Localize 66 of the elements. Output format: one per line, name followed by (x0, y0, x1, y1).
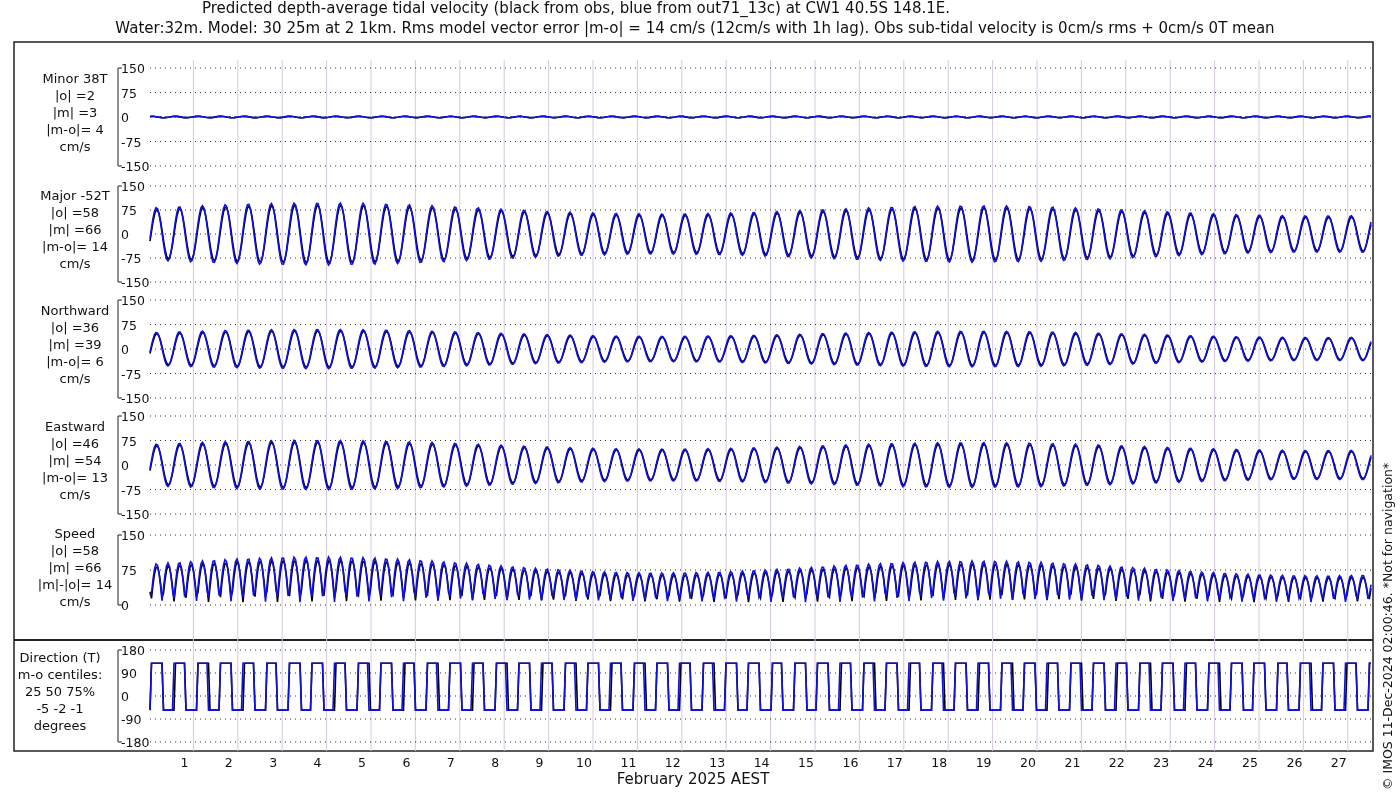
tick-label: 14 (753, 755, 770, 770)
tick-label: 11 (620, 755, 637, 770)
tick-label: -150 (121, 275, 150, 290)
tick-label: -75 (121, 366, 142, 382)
panel-label: Northward |o| =36 |m| =39 |m-o|= 6 cm/s (40, 303, 110, 386)
tick-label: 22 (1108, 755, 1125, 770)
panel-label: Eastward |o| =46 |m| =54 |m-o|= 13 cm/s (42, 419, 108, 502)
tick-label: 2 (224, 755, 233, 770)
tick-label: 13 (709, 755, 726, 770)
tick-label: 75 (121, 317, 137, 333)
tick-label: 180 (121, 643, 145, 658)
axis-line (117, 534, 123, 606)
tick-label: 18 (931, 755, 948, 770)
tick-label: 150 (121, 61, 145, 76)
tick-label: 0 (121, 598, 129, 613)
chart-title: Water:32m. Model: 30 25m at 2 1km. Rms model vector error |m-o| = 14 cm/s (12cm/s with 1h lag). Obs sub-tidal velocity is 0cm/s rms + 0cm/s 0T mean (115, 19, 1275, 37)
tick-label: 75 (121, 85, 137, 101)
tick-label: 24 (1197, 755, 1214, 770)
tick-label: 0 (121, 689, 129, 704)
tick-label: 0 (121, 342, 129, 357)
panel-label: Minor 38T |o| =2 |m| =3 |m-o|= 4 cm/s (42, 71, 108, 154)
tick-label: 26 (1286, 755, 1303, 770)
tick-label: 75 (121, 563, 137, 578)
tick-label: -90 (121, 712, 142, 727)
tick-label: 25 (1242, 755, 1258, 770)
tick-label: 4 (313, 755, 322, 770)
tick-label: -150 (121, 159, 150, 174)
tick-label: 90 (121, 666, 137, 681)
tick-label: -75 (121, 482, 142, 498)
tick-label: 17 (886, 755, 903, 770)
tick-label: 6 (402, 755, 411, 770)
panel-label: Direction (T) m-o centiles: 25 50 75% -5 -2 -1 degrees (17, 650, 103, 733)
tick-label: 150 (121, 293, 145, 308)
tick-label: 1 (180, 755, 189, 770)
tick-label: 23 (1153, 755, 1170, 770)
tick-label: -150 (121, 391, 150, 406)
tick-label: 75 (121, 433, 137, 449)
panel-label: Major -52T |o| =58 |m| =66 |m-o|= 14 cm/s (40, 188, 110, 271)
tick-label: 3 (269, 755, 278, 770)
tick-label: 0 (121, 227, 129, 242)
tick-label: -75 (121, 251, 142, 266)
tick-label: 75 (121, 203, 137, 218)
tick-label: 9 (535, 755, 544, 770)
axis-label: February 2025 AEST (616, 770, 770, 788)
tick-label: 5 (358, 755, 366, 770)
tick-label: 0 (121, 458, 129, 473)
tick-label: 21 (1064, 755, 1081, 770)
copyright-note: © IMOS 11-Dec-2024 02:00:46. *Not for navigation* (1380, 462, 1395, 790)
tick-label: 150 (121, 179, 145, 194)
tick-label: 7 (446, 755, 455, 770)
tick-label: 15 (798, 755, 814, 770)
tick-label: 27 (1330, 755, 1347, 770)
panel-label: Speed |o| =58 |m| =66 |m|-|o|= 14 cm/s (37, 526, 113, 609)
tick-label: 10 (576, 755, 592, 770)
tick-label: -75 (121, 134, 142, 150)
tick-label: 20 (1020, 755, 1036, 770)
tick-label: 0 (121, 110, 129, 125)
tick-label: 12 (664, 755, 681, 770)
tick-label: -180 (121, 735, 150, 750)
chart-title: Predicted depth-average tidal velocity (black from obs, blue from out71_13c) at CW1 40.5S 148.1E. (202, 0, 950, 17)
tick-label: -150 (121, 507, 150, 522)
tick-label: 16 (842, 755, 859, 770)
tick-label: 150 (121, 528, 145, 543)
tick-label: 19 (975, 755, 992, 770)
tick-label: 8 (491, 755, 500, 770)
tick-label: 150 (121, 409, 145, 424)
